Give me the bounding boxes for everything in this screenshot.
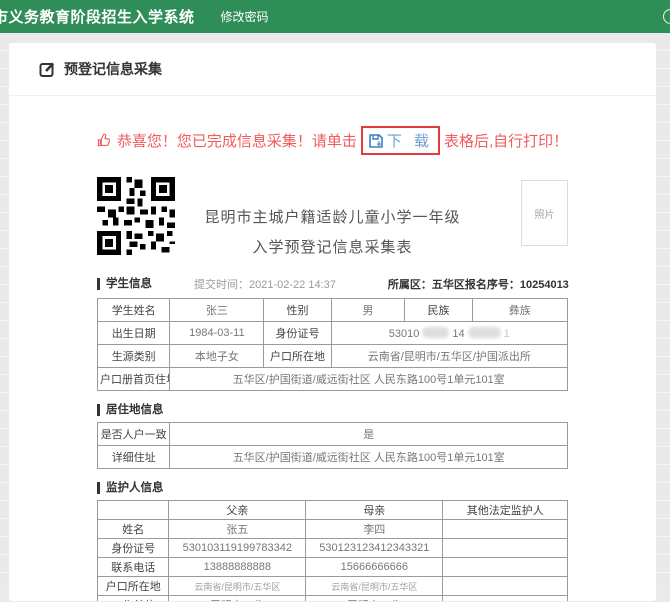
id-number-value: 53010141 <box>331 322 567 345</box>
father-name: 张五 <box>169 520 306 539</box>
table-row: 身份证号 530103119199783342 5301231234123433… <box>98 539 568 558</box>
other-hukou <box>443 577 568 596</box>
hukou-location-value: 云南省/昆明市/五华区/护国派出所 <box>331 345 567 368</box>
birthdate-label: 出生日期 <box>98 322 170 345</box>
father-hukou: 云南省/昆明市/五华区 <box>169 577 306 596</box>
gender-value: 男 <box>331 299 405 322</box>
table-row: 联系电话 13888888888 15666666666 <box>98 558 568 577</box>
gender-label: 性别 <box>264 299 331 322</box>
mother-column-header: 母亲 <box>306 501 443 520</box>
birthdate-value: 1984-03-11 <box>170 322 264 345</box>
household-match-value: 是 <box>170 423 568 446</box>
photo-placeholder: 照片 <box>521 180 568 246</box>
table-row: 出生日期 1984-03-11 身份证号 53010141 <box>98 322 568 345</box>
pre-registration-card: 预登记信息采集 恭喜您！您已完成信息采集！请单击 下 载 表格后,自行打印！ <box>8 42 657 602</box>
mother-phone: 15666666666 <box>306 558 443 577</box>
submission-meta: 提交时间：2021-02-22 14:37 所属区：五华区 报名序号：10254… <box>152 276 569 292</box>
photo-placeholder-label: 照片 <box>535 206 555 221</box>
download-button-label: 下 载 <box>387 130 433 151</box>
student-info-table: 学生姓名 张三 性别 男 民族 彝族 出生日期 1984-03-11 身份证号 … <box>97 298 568 391</box>
mother-employer: 昆明市工作 <box>306 596 443 602</box>
table-row: 户口所在地 云南省/昆明市/五华区 云南省/昆明市/五华区 <box>98 577 568 596</box>
download-button[interactable]: 下 载 <box>361 126 440 155</box>
notice-prefix-text: 恭喜您！您已完成信息采集！请单击 <box>117 130 357 151</box>
guardian-corner-cell <box>98 501 169 520</box>
student-name-label: 学生姓名 <box>98 299 170 322</box>
id-number-label: 身份证号 <box>264 322 331 345</box>
other-phone <box>443 558 568 577</box>
other-name <box>443 520 568 539</box>
table-row: 姓名 张五 李四 <box>98 520 568 539</box>
father-column-header: 父亲 <box>169 501 306 520</box>
page-title: 预登记信息采集 <box>64 59 162 79</box>
table-row: 学生姓名 张三 性别 男 民族 彝族 <box>98 299 568 322</box>
booklet-address-label: 户口册首页住址 <box>98 368 170 391</box>
mother-id: 530123123412343321 <box>306 539 443 558</box>
thumbs-up-icon <box>97 133 112 148</box>
origin-type-label: 生源类别 <box>98 345 170 368</box>
edit-icon <box>39 61 56 78</box>
table-row: 是否人户一致 是 <box>98 423 568 446</box>
submit-time: 提交时间：2021-02-22 14:37 <box>194 276 336 292</box>
guardian-hukou-label: 户口所在地 <box>98 577 169 596</box>
card-header: 预登记信息采集 <box>9 43 656 96</box>
table-row: 父亲 母亲 其他法定监护人 <box>98 501 568 520</box>
guardian-id-label: 身份证号 <box>98 539 169 558</box>
table-row: 工作单位 昆明市工作 昆明市工作 <box>98 596 568 602</box>
detail-address-value: 五华区/护国街道/威远街社区 人民东路100号1单元101室 <box>170 446 568 469</box>
serial-number: 报名序号：10254013 <box>465 276 569 292</box>
guardian-phone-label: 联系电话 <box>98 558 169 577</box>
guardian-section-title: 监护人信息 <box>97 482 164 494</box>
qr-code <box>97 177 175 255</box>
detail-address-label: 详细住址 <box>98 446 170 469</box>
residence-section-header: 居住地信息 <box>97 404 568 416</box>
system-title: 市义务教育阶段招生入学系统 <box>0 6 195 27</box>
district: 所属区：五华区 <box>388 276 465 292</box>
other-guardian-column-header: 其他法定监护人 <box>443 501 568 520</box>
guardian-info-table: 父亲 母亲 其他法定监护人 姓名 张五 李四 身份证号 530103119199… <box>97 500 568 602</box>
guardian-section-header: 监护人信息 <box>97 482 568 494</box>
guardian-name-label: 姓名 <box>98 520 169 539</box>
success-notice: 恭喜您！您已完成信息采集！请单击 下 载 表格后,自行打印！ <box>9 126 656 155</box>
redacted-block <box>468 327 501 338</box>
table-row: 详细住址 五华区/护国街道/威远街社区 人民东路100号1单元101室 <box>98 446 568 469</box>
table-row: 生源类别 本地子女 户口所在地 云南省/昆明市/五华区/护国派出所 <box>98 345 568 368</box>
user-avatar-icon[interactable] <box>663 9 670 24</box>
form-header: 昆明市主城户籍适龄儿童小学一年级 入学预登记信息采集表 照片 <box>97 177 568 263</box>
student-section-header: 学生信息 提交时间：2021-02-22 14:37 所属区：五华区 报名序号：… <box>97 276 568 292</box>
table-row: 户口册首页住址 五华区/护国街道/威远街社区 人民东路100号1单元101室 <box>98 368 568 391</box>
student-name-value: 张三 <box>170 299 264 322</box>
residence-section-title: 居住地信息 <box>97 404 164 416</box>
father-employer: 昆明市工作 <box>169 596 306 602</box>
household-match-label: 是否人户一致 <box>98 423 170 446</box>
mother-hukou: 云南省/昆明市/五华区 <box>306 577 443 596</box>
father-id: 530103119199783342 <box>169 539 306 558</box>
other-id <box>443 539 568 558</box>
ethnicity-value: 彝族 <box>472 299 567 322</box>
top-navigation-bar: 市义务教育阶段招生入学系统 修改密码 <box>0 0 670 33</box>
origin-type-value: 本地子女 <box>170 345 264 368</box>
father-phone: 13888888888 <box>169 558 306 577</box>
booklet-address-value: 五华区/护国街道/威远街社区 人民东路100号1单元101室 <box>170 368 568 391</box>
ethnicity-label: 民族 <box>405 299 472 322</box>
other-employer <box>443 596 568 602</box>
residence-info-table: 是否人户一致 是 详细住址 五华区/护国街道/威远街社区 人民东路100号1单元… <box>97 422 568 469</box>
hukou-location-label: 户口所在地 <box>264 345 331 368</box>
mother-name: 李四 <box>306 520 443 539</box>
student-section-title: 学生信息 <box>97 278 152 290</box>
notice-suffix-text: 表格后,自行打印！ <box>444 130 568 151</box>
change-password-menu-item[interactable]: 修改密码 <box>221 8 269 25</box>
guardian-employer-label: 工作单位 <box>98 596 169 602</box>
redacted-block <box>422 327 449 338</box>
save-icon <box>368 133 384 149</box>
